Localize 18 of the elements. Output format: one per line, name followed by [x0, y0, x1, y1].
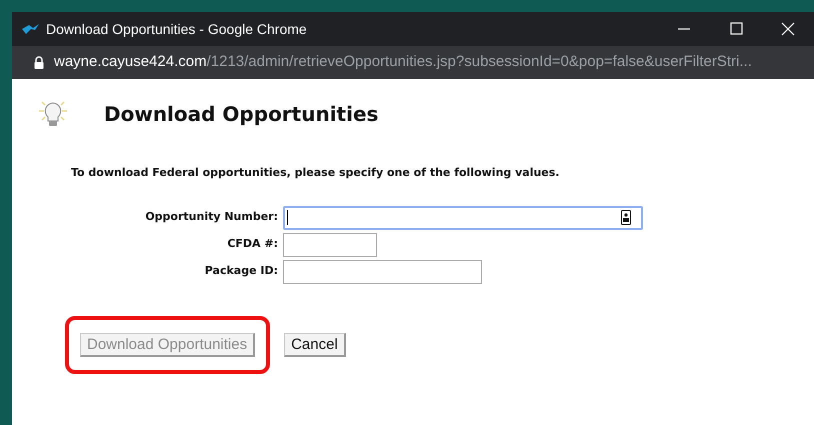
bird-logo-icon — [22, 23, 40, 35]
maximize-icon[interactable] — [728, 22, 744, 36]
action-button[interactable]: Cancel — [284, 332, 346, 356]
url-text[interactable]: wayne.cayuse424.com/1213/admin/retrieveOpportunities.jsp?subsessionId=0&pop=false&userFilterStri... — [54, 51, 752, 74]
field-label: Opportunity Number: — [144, 209, 278, 226]
instructions-text: To download Federal opportunities, please specify one of the following values. — [71, 165, 560, 181]
contact-card-icon — [621, 210, 631, 225]
text-cursor — [287, 210, 288, 225]
window-title: Download Opportunities - Google Chrome — [46, 20, 307, 39]
input-field[interactable] — [283, 260, 482, 284]
close-icon[interactable] — [780, 22, 796, 36]
field-label: Package ID: — [204, 263, 278, 280]
lightbulb-icon — [36, 99, 70, 129]
lock-icon — [34, 56, 44, 69]
field-label: CFDA #: — [226, 236, 278, 252]
input-field[interactable] — [283, 206, 643, 230]
page-heading: Download Opportunities — [104, 101, 378, 128]
input-field[interactable] — [283, 232, 377, 256]
